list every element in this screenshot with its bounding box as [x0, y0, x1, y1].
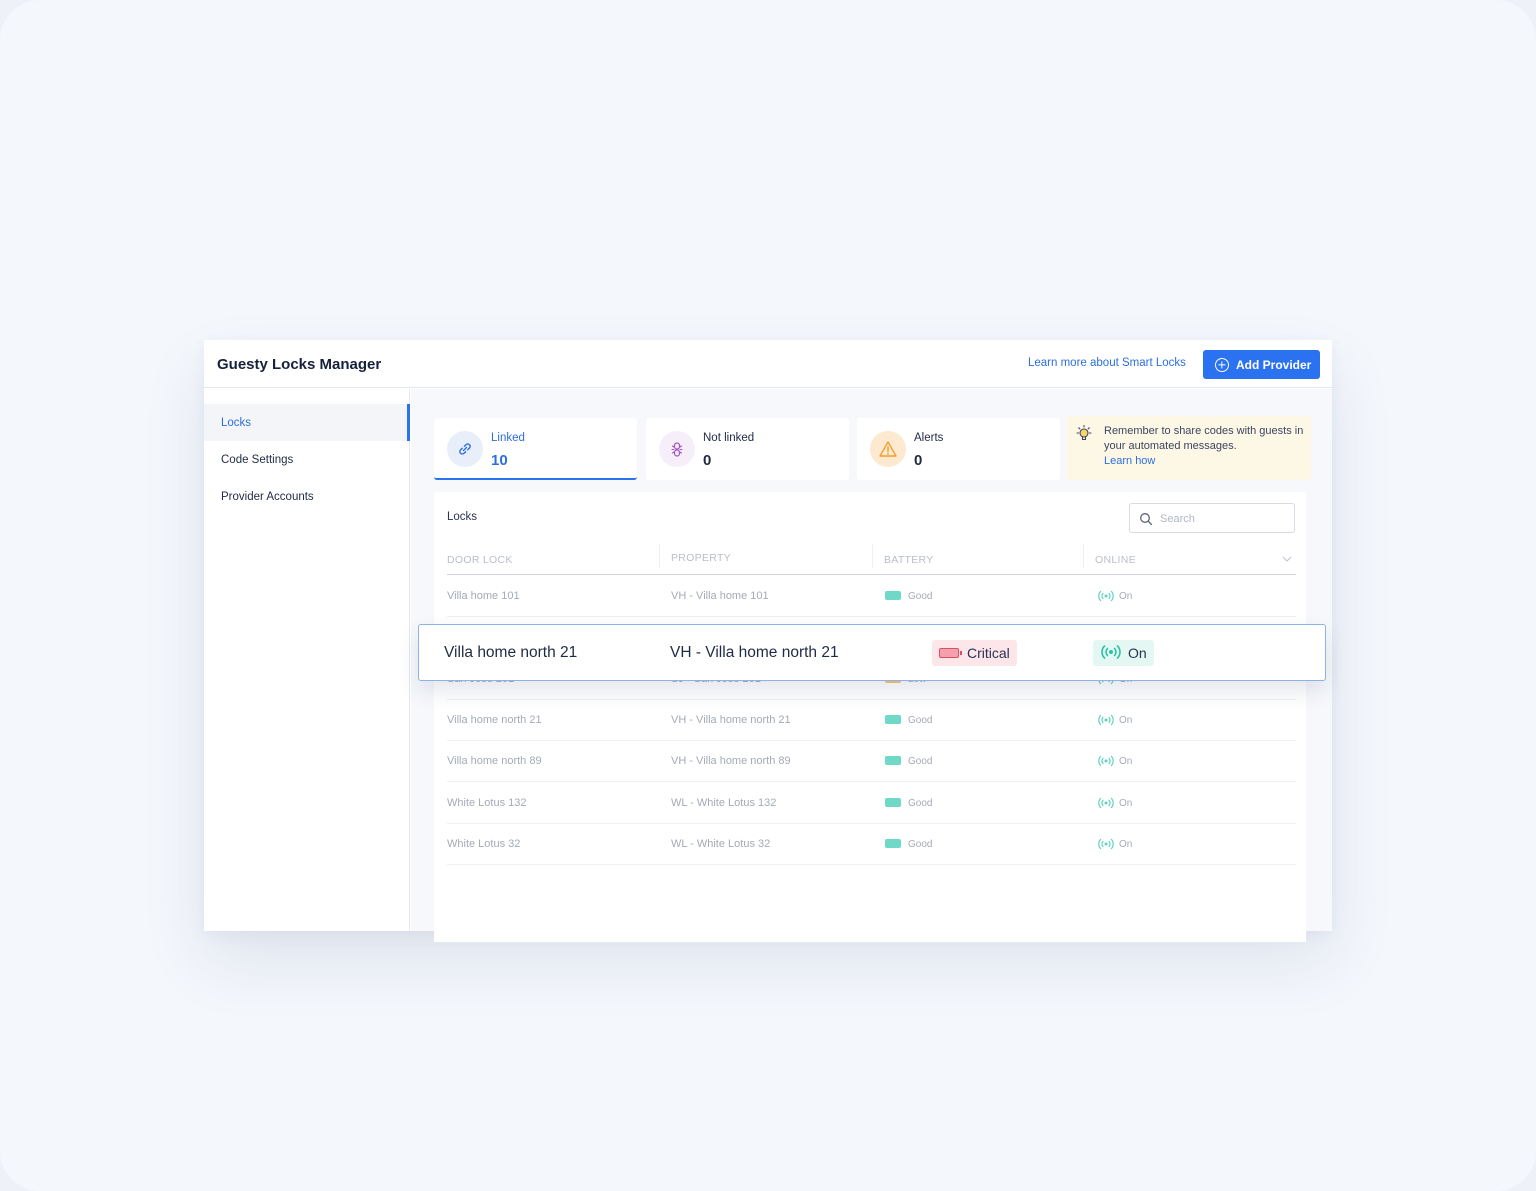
battery-label: Good: [908, 591, 933, 602]
card-value: 10: [491, 452, 508, 469]
sidebar-item-label: Provider Accounts: [221, 490, 314, 503]
battery-label: Good: [908, 797, 933, 809]
unlinked-icon: [659, 431, 695, 467]
table-row[interactable]: White Lotus 132 WL - White Lotus 132 Good O…: [447, 783, 1296, 824]
online-label: On: [1119, 591, 1133, 602]
door-lock-cell: Villa home north 89: [447, 755, 542, 768]
highlighted-property: VH - Villa home north 21: [670, 644, 839, 661]
sidebar-item-locks[interactable]: Locks: [204, 404, 410, 441]
table-row[interactable]: Villa home 101 VH - Villa home 101 Good On: [447, 576, 1296, 617]
linked-summary-card[interactable]: Linked 10: [434, 418, 637, 480]
column-divider: [659, 544, 660, 568]
warning-icon: [870, 431, 906, 467]
highlighted-table-row[interactable]: Villa home north 21 VH - Villa home nort…: [418, 624, 1326, 681]
property-cell: WL - White Lotus 132: [671, 796, 777, 809]
battery-icon: [885, 797, 901, 807]
link-icon: [447, 431, 483, 467]
column-divider: [872, 544, 873, 568]
card-label: Alerts: [914, 432, 944, 444]
online-cell: On: [1097, 714, 1132, 729]
online-cell: On: [1097, 797, 1132, 812]
signal-icon: [1097, 755, 1115, 770]
door-lock-cell: White Lotus 32: [447, 837, 521, 850]
online-label: On: [1119, 756, 1133, 768]
battery-cell: Good: [885, 797, 932, 809]
column-header-property[interactable]: PROPERTY: [671, 552, 731, 564]
lightbulb-icon: [1073, 423, 1095, 450]
sidebar: Locks Code Settings Provider Accounts: [204, 389, 410, 931]
battery-label: Good: [908, 714, 933, 726]
door-lock-cell: Villa home 101: [447, 590, 520, 602]
search-icon: [1139, 512, 1153, 531]
battery-cell: Good: [885, 755, 932, 767]
battery-cell: Good: [885, 590, 932, 602]
learn-more-link[interactable]: Learn more about Smart Locks: [1028, 357, 1186, 369]
battery-status-badge: Critical: [932, 640, 1017, 666]
add-provider-label: Add Provider: [1236, 357, 1312, 372]
app-title: Guesty Locks Manager: [217, 356, 382, 373]
property-cell: VH - Villa home north 89: [671, 755, 791, 768]
battery-status-label: Critical: [967, 645, 1010, 661]
signal-icon: [1097, 797, 1115, 812]
battery-icon: [885, 756, 901, 766]
highlighted-door-lock: Villa home north 21: [444, 644, 578, 661]
door-lock-cell: White Lotus 132: [447, 796, 527, 809]
online-cell: On: [1097, 755, 1132, 770]
property-cell: VH - Villa home 101: [671, 590, 769, 602]
online-status-badge: On: [1093, 640, 1154, 666]
learn-how-link[interactable]: Learn how: [1104, 455, 1155, 467]
plus-circle-icon: [1215, 357, 1229, 372]
card-value: 0: [703, 452, 712, 469]
battery-icon: [885, 591, 901, 600]
share-codes-tip: Remember to share codes with guests in y…: [1066, 416, 1311, 480]
online-label: On: [1119, 838, 1133, 850]
column-header-battery[interactable]: BATTERY: [884, 554, 934, 566]
battery-label: Good: [908, 756, 933, 768]
chevron-down-icon[interactable]: [1282, 550, 1292, 568]
table-row[interactable]: Villa home north 89 VH - Villa home north…: [447, 741, 1296, 783]
tip-text: Remember to share codes with guests in y…: [1104, 425, 1304, 452]
signal-icon: [1097, 590, 1115, 605]
column-header-online[interactable]: ONLINE: [1095, 554, 1136, 566]
property-cell: VH - Villa home north 21: [671, 713, 791, 726]
sidebar-item-provider-accounts[interactable]: Provider Accounts: [204, 478, 408, 515]
sidebar-item-code-settings[interactable]: Code Settings: [204, 441, 408, 478]
battery-label: Good: [908, 838, 933, 850]
alerts-summary-card[interactable]: Alerts 0: [857, 418, 1060, 480]
battery-icon: [885, 714, 901, 724]
column-header-door-lock[interactable]: DOOR LOCK: [447, 554, 513, 566]
table-row[interactable]: Villa home north 21 VH - Villa home north…: [447, 700, 1296, 741]
table-header: DOOR LOCK PROPERTY BATTERY ONLINE: [447, 534, 1296, 575]
online-label: On: [1119, 797, 1133, 809]
property-cell: WL - White Lotus 32: [671, 837, 771, 850]
search-box[interactable]: [1129, 503, 1295, 533]
signal-icon: [1100, 644, 1122, 663]
sidebar-item-label: Code Settings: [221, 453, 294, 466]
battery-icon: [885, 838, 901, 848]
online-status-label: On: [1128, 645, 1147, 661]
table-row[interactable]: White Lotus 32 WL - White Lotus 32 Good On: [447, 824, 1296, 865]
top-bar: Guesty Locks Manager Learn more about Sm…: [204, 340, 1332, 388]
sidebar-item-label: Locks: [221, 416, 252, 429]
online-cell: On: [1097, 590, 1132, 605]
add-provider-button[interactable]: Add Provider: [1203, 350, 1320, 379]
door-lock-cell: Villa home north 21: [447, 713, 542, 726]
card-label: Not linked: [703, 432, 755, 444]
battery-cell: Good: [885, 838, 932, 850]
battery-cell: Good: [885, 714, 932, 726]
online-cell: On: [1097, 838, 1132, 853]
signal-icon: [1097, 714, 1115, 729]
locks-table-title: Locks: [447, 511, 478, 523]
battery-critical-icon: [939, 648, 962, 658]
signal-icon: [1097, 838, 1115, 853]
card-label: Linked: [491, 432, 525, 444]
locks-table-card: Locks DOOR LOCK PROPERTY BATTERY ONLINE …: [434, 492, 1306, 942]
online-label: On: [1119, 714, 1133, 726]
column-divider: [1083, 544, 1084, 568]
search-input[interactable]: [1160, 510, 1285, 527]
not-linked-summary-card[interactable]: Not linked 0: [646, 418, 849, 480]
card-value: 0: [914, 452, 923, 469]
